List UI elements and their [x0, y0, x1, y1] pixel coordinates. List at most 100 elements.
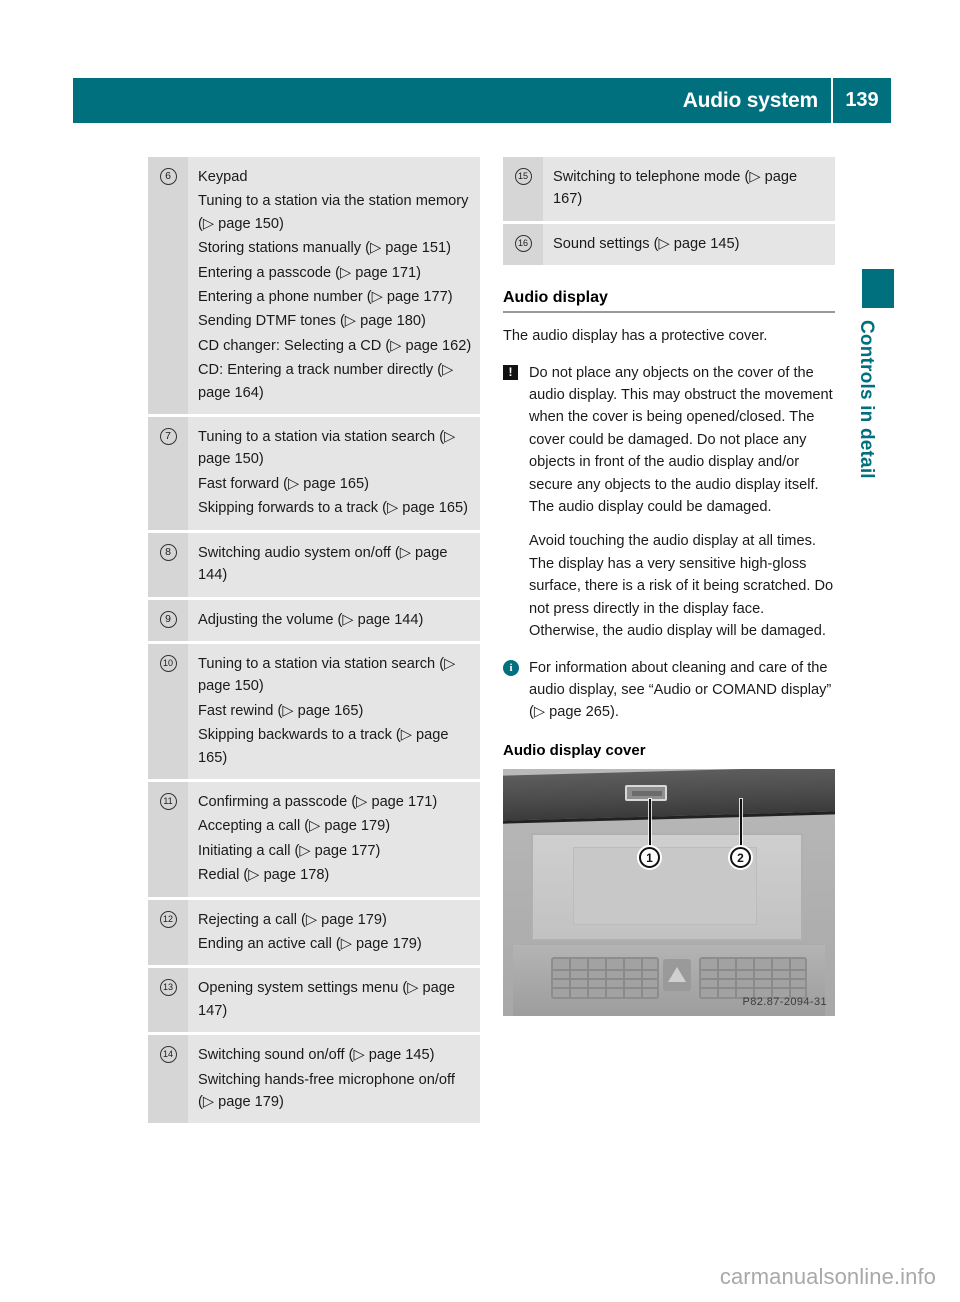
- reference-line: Tuning to a station via station search (…: [198, 655, 456, 695]
- circled-number-icon: 16: [514, 234, 532, 252]
- circled-number-icon: 11: [159, 792, 177, 810]
- reference-number-cell: 16: [503, 223, 543, 266]
- reference-line: Tuning to a station via the station memo…: [198, 193, 469, 232]
- reference-body-cell: Switching sound on/off (▷ page 145) Switc…: [188, 1035, 480, 1124]
- manual-page: Audio system 139 6 Keypad Tuning to a stat…: [0, 0, 960, 1302]
- callout-2-leader: [740, 798, 742, 851]
- side-tab-marker: [862, 269, 894, 308]
- left-column: 6 Keypad Tuning to a station via the stati…: [148, 157, 480, 1126]
- warning-note: ! Do not place any objects on the cover …: [503, 362, 835, 643]
- reference-body-cell: Tuning to a station via station search (…: [188, 417, 480, 530]
- circled-number-icon: 7: [159, 428, 177, 446]
- reference-line: Redial (▷ page 178): [198, 867, 330, 884]
- circled-number-icon: 15: [514, 168, 532, 185]
- audio-display-screen: [531, 832, 803, 941]
- right-column: 15 Switching to telephone mode (▷ page 16…: [503, 157, 835, 1016]
- reference-line: Confirming a passcode (▷ page 171): [198, 793, 438, 810]
- cover-release-notch: [625, 784, 667, 801]
- reference-row: 12 Rejecting a call (▷ page 179) Ending an…: [148, 899, 480, 966]
- reference-number-cell: 8: [148, 532, 188, 597]
- reference-list-left: 6 Keypad Tuning to a station via the stati…: [148, 157, 480, 1124]
- reference-line: Switching to telephone mode (▷ page 167): [553, 169, 798, 208]
- reference-row: 14 Switching sound on/off (▷ page 145) Swi…: [148, 1035, 480, 1124]
- reference-line: Adjusting the volume (▷ page 144): [198, 611, 424, 628]
- reference-row: 11 Confirming a passcode (▷ page 171) Acce…: [148, 781, 480, 897]
- reference-line: Fast forward (▷ page 165): [198, 475, 370, 492]
- subheading-audio-display-cover: Audio display cover: [503, 741, 646, 759]
- reference-body-cell: Opening system settings menu (▷ page 147…: [188, 968, 480, 1033]
- reference-line: Tuning to a station via station search (…: [198, 429, 456, 468]
- air-vent-right: [699, 956, 807, 999]
- reference-line: Ending an active call (▷ page 179): [198, 935, 422, 952]
- reference-line: Fast rewind (▷ page 165): [198, 702, 364, 719]
- hazard-warning-button: [663, 958, 691, 991]
- warning-icon: !: [503, 364, 518, 380]
- reference-line: Accepting a call (▷ page 179): [198, 818, 391, 835]
- reference-line: Sending DTMF tones (▷ page 180): [198, 313, 426, 330]
- reference-number-cell: 7: [148, 417, 188, 530]
- section-heading-audio-display: Audio display: [503, 289, 835, 314]
- reference-number-cell: 10: [148, 643, 188, 779]
- reference-row: 7 Tuning to a station via station search …: [148, 417, 480, 530]
- reference-line: Switching audio system on/off (▷ page 14…: [198, 544, 448, 584]
- reference-row: 16 Sound settings (▷ page 145): [503, 223, 835, 266]
- page-title: Audio system: [682, 88, 819, 112]
- reference-body-cell: Adjusting the volume (▷ page 144): [188, 599, 480, 641]
- reference-number-cell: 12: [148, 899, 188, 966]
- reference-line: Entering a passcode (▷ page 171): [198, 264, 421, 281]
- audio-display-cover-photo: 1 2 P82.87-2094-31: [503, 768, 835, 1016]
- page-header: Audio system 139: [73, 78, 891, 123]
- reference-line: Entering a phone number (▷ page 177): [198, 289, 453, 306]
- reference-line: Switching sound on/off (▷ page 145): [198, 1047, 435, 1064]
- intro-paragraph: The audio display has a protective cover…: [503, 328, 768, 345]
- info-icon: i: [503, 659, 519, 676]
- reference-row: 6 Keypad Tuning to a station via the stati…: [148, 157, 480, 415]
- display-cover-panel: [503, 768, 835, 824]
- reference-body-cell: Tuning to a station via station search (…: [188, 643, 480, 779]
- reference-body-cell: Keypad Tuning to a station via the statio…: [188, 157, 480, 415]
- reference-number-cell: 15: [503, 157, 543, 221]
- circled-number-icon: 14: [159, 1046, 177, 1064]
- reference-line: Rejecting a call (▷ page 179): [198, 911, 387, 928]
- reference-row: 10 Tuning to a station via station search…: [148, 643, 480, 779]
- reference-number-cell: 11: [148, 781, 188, 897]
- reference-line: Sound settings (▷ page 145): [553, 235, 740, 252]
- side-tab-label: Controls in detail: [856, 320, 877, 479]
- reference-line: CD changer: Selecting a CD (▷ page 162): [198, 337, 472, 354]
- reference-body-cell: Switching to telephone mode (▷ page 167): [543, 157, 835, 221]
- reference-row: 15 Switching to telephone mode (▷ page 16…: [503, 157, 835, 221]
- reference-line: Initiating a call (▷ page 177): [198, 842, 381, 859]
- reference-line: Skipping forwards to a track (▷ page 165…: [198, 500, 468, 517]
- callout-2: 2: [730, 846, 751, 868]
- circled-number-icon: 6: [159, 168, 177, 185]
- reference-body-cell: Switching audio system on/off (▷ page 14…: [188, 532, 480, 597]
- circled-number-icon: 9: [159, 610, 177, 628]
- info-note: i For information about cleaning and car…: [503, 657, 835, 724]
- reference-number-cell: 14: [148, 1035, 188, 1124]
- reference-list-right: 15 Switching to telephone mode (▷ page 16…: [503, 157, 835, 266]
- reference-row: 13 Opening system settings menu (▷ page 1…: [148, 968, 480, 1033]
- reference-number-cell: 13: [148, 968, 188, 1033]
- reference-number-cell: 6: [148, 157, 188, 415]
- reference-body-cell: Sound settings (▷ page 145): [543, 223, 835, 266]
- callout-1-leader: [649, 798, 651, 851]
- reference-row: 8 Switching audio system on/off (▷ page 1…: [148, 532, 480, 597]
- circled-number-icon: 13: [159, 979, 177, 997]
- circled-number-icon: 10: [159, 654, 177, 672]
- warning-paragraph-1: Do not place any objects on the cover of…: [529, 364, 833, 516]
- reference-number-cell: 9: [148, 599, 188, 641]
- reference-line: Storing stations manually (▷ page 151): [198, 240, 451, 257]
- circled-number-icon: 8: [159, 543, 177, 561]
- reference-body-cell: Confirming a passcode (▷ page 171) Accept…: [188, 781, 480, 897]
- reference-row: 9 Adjusting the volume (▷ page 144): [148, 599, 480, 641]
- photo-id-label: P82.87-2094-31: [742, 995, 827, 1008]
- circled-number-icon: 12: [159, 910, 177, 928]
- reference-line: CD: Entering a track number directly (▷ …: [198, 362, 454, 401]
- reference-line: Skipping backwards to a track (▷ page 16…: [198, 727, 449, 766]
- reference-line: Keypad: [198, 169, 248, 185]
- callout-1: 1: [639, 846, 660, 868]
- reference-body-cell: Rejecting a call (▷ page 179) Ending an a…: [188, 899, 480, 966]
- reference-line: Switching hands-free microphone on/off (…: [198, 1071, 455, 1110]
- air-vent-left: [551, 956, 659, 999]
- warning-paragraph-2: Avoid touching the audio display at all …: [529, 533, 834, 640]
